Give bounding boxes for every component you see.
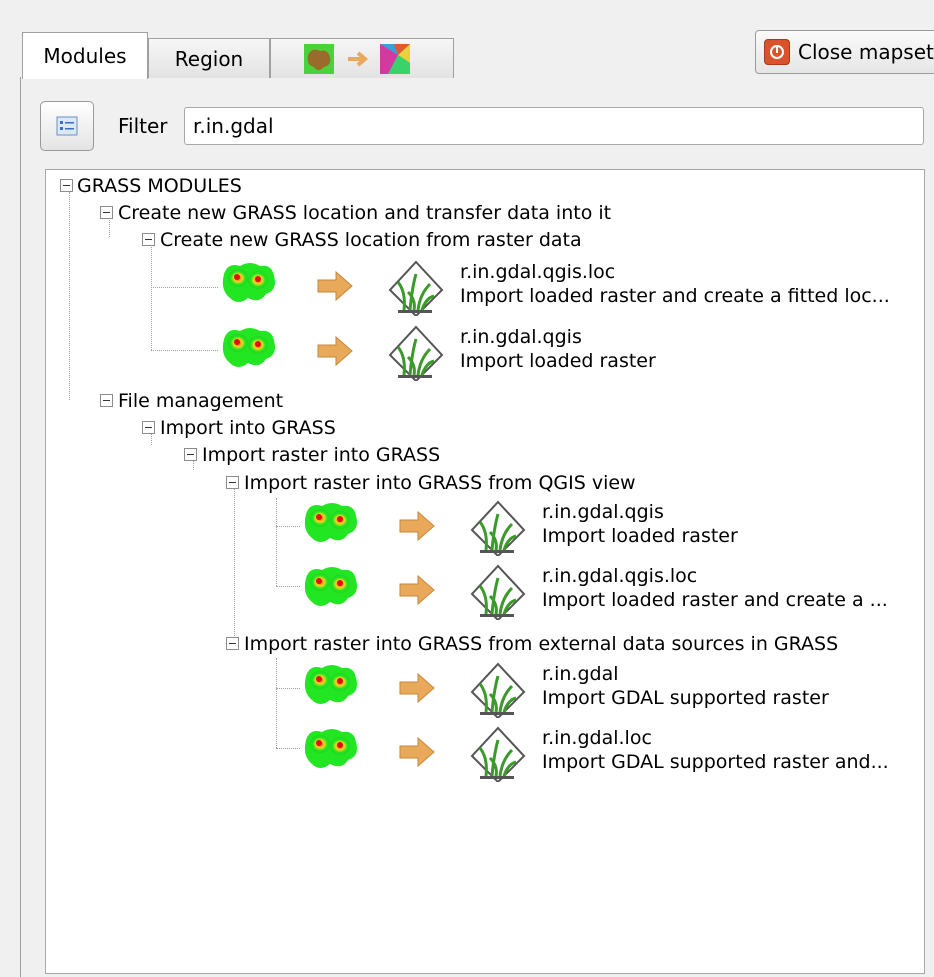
module-description: Import loaded raster and create a ... bbox=[542, 589, 888, 611]
tree-expander[interactable] bbox=[226, 476, 239, 489]
module-description: Import loaded raster bbox=[542, 525, 738, 547]
module-icons bbox=[303, 564, 526, 622]
close-mapset-button[interactable]: Close mapset bbox=[755, 30, 934, 74]
module-description: Import loaded raster and create a fitted… bbox=[460, 285, 890, 307]
tree-connector bbox=[193, 460, 194, 470]
tab-raster-conversion[interactable] bbox=[270, 38, 454, 78]
tree-connector bbox=[151, 287, 218, 288]
tree-connector bbox=[276, 586, 300, 587]
filter-label: Filter bbox=[118, 114, 168, 138]
tree-connector bbox=[234, 488, 235, 642]
tab-region-label: Region bbox=[174, 46, 244, 71]
module-name: r.in.gdal.loc bbox=[542, 727, 652, 749]
tree-connector bbox=[151, 350, 218, 351]
tree-leaf-module[interactable]: r.in.gdal.loc Import GDAL supported rast… bbox=[302, 726, 889, 786]
module-description: Import GDAL supported raster bbox=[542, 687, 829, 709]
tab-modules[interactable]: Modules bbox=[22, 32, 148, 79]
tree-connector bbox=[109, 217, 110, 237]
close-mapset-icon bbox=[764, 39, 790, 65]
close-mapset-label: Close mapset bbox=[798, 40, 934, 64]
tree-node-from-external[interactable]: Import raster into GRASS from external d… bbox=[244, 633, 838, 655]
module-icons bbox=[221, 325, 444, 383]
tree-connector bbox=[69, 192, 70, 400]
module-name: r.in.gdal.qgis.loc bbox=[460, 261, 616, 283]
tree-leaf-module[interactable]: r.in.gdal Import GDAL supported raster bbox=[302, 662, 829, 722]
module-description: Import GDAL supported raster and... bbox=[542, 751, 889, 773]
tree-leaf-module[interactable]: r.in.gdal.qgis.loc Import loaded raster … bbox=[220, 260, 890, 320]
tree-expander[interactable] bbox=[226, 637, 239, 650]
tree-node-root[interactable]: GRASS MODULES bbox=[77, 175, 242, 197]
tree-leaf-module[interactable]: r.in.gdal.qgis.loc Import loaded raster … bbox=[302, 564, 888, 624]
tree-connector bbox=[151, 245, 152, 350]
tree-expander[interactable] bbox=[142, 233, 155, 246]
tree-connector bbox=[151, 433, 152, 445]
tree-connector bbox=[276, 748, 300, 749]
tree-connector bbox=[276, 658, 277, 748]
tree-node-from-qgis-view[interactable]: Import raster into GRASS from QGIS view bbox=[244, 472, 636, 494]
tree-expander[interactable] bbox=[142, 421, 155, 434]
module-name: r.in.gdal.qgis bbox=[542, 501, 664, 523]
module-icons bbox=[303, 726, 526, 784]
tab-region[interactable]: Region bbox=[148, 38, 270, 78]
tree-node-from-raster[interactable]: Create new GRASS location from raster da… bbox=[160, 229, 582, 251]
filter-mode-icon bbox=[56, 116, 78, 136]
tree-connector bbox=[276, 688, 300, 689]
tab-modules-label: Modules bbox=[43, 44, 127, 68]
filter-input[interactable] bbox=[184, 107, 924, 145]
module-name: r.in.gdal.qgis bbox=[460, 326, 582, 348]
tree-expander[interactable] bbox=[100, 394, 113, 407]
tree-expander[interactable] bbox=[184, 448, 197, 461]
tree-node-import-raster[interactable]: Import raster into GRASS bbox=[202, 444, 440, 466]
tree-leaf-module[interactable]: r.in.gdal.qgis Import loaded raster bbox=[220, 325, 656, 385]
modules-tree[interactable]: GRASS MODULES Create new GRASS location … bbox=[45, 169, 925, 974]
tree-connector bbox=[276, 526, 300, 527]
filter-mode-button[interactable] bbox=[40, 101, 94, 151]
module-icons bbox=[221, 260, 444, 318]
raster-to-vector-conversion-icon bbox=[304, 43, 410, 74]
tree-expander[interactable] bbox=[60, 179, 73, 192]
module-name: r.in.gdal.qgis.loc bbox=[542, 565, 698, 587]
tree-node-create-location[interactable]: Create new GRASS location and transfer d… bbox=[118, 202, 611, 224]
tree-node-file-management[interactable]: File management bbox=[118, 390, 283, 412]
tree-leaf-module[interactable]: r.in.gdal.qgis Import loaded raster bbox=[302, 500, 738, 560]
tree-connector bbox=[276, 498, 277, 586]
module-icons bbox=[303, 662, 526, 720]
tree-node-import-into-grass[interactable]: Import into GRASS bbox=[160, 417, 336, 439]
tree-expander[interactable] bbox=[100, 206, 113, 219]
module-icons bbox=[303, 500, 526, 558]
module-name: r.in.gdal bbox=[542, 663, 619, 685]
module-description: Import loaded raster bbox=[460, 350, 656, 372]
